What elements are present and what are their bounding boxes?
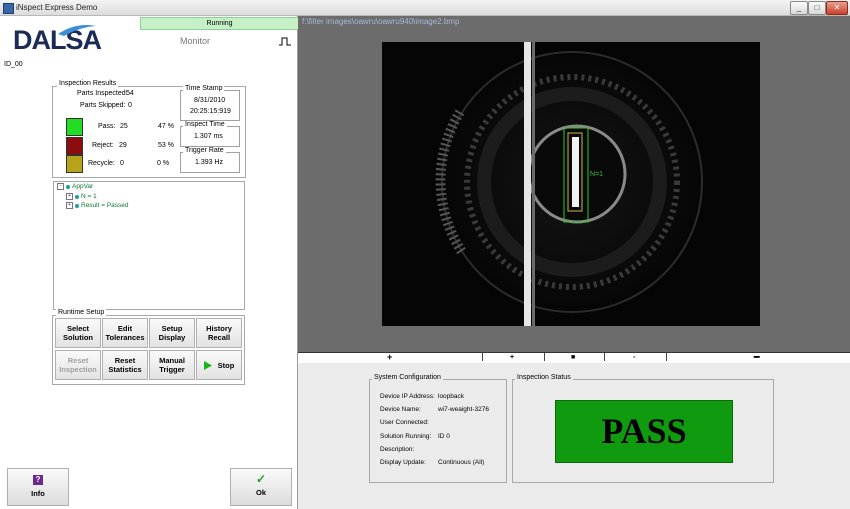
play-icon (203, 360, 212, 370)
ok-button[interactable]: ✓ Ok (230, 468, 292, 506)
inspect-time-title: Inspect Time (183, 121, 227, 128)
edit-tolerances-button[interactable]: Edit Tolerances (102, 318, 148, 348)
results-tree[interactable] (53, 181, 245, 310)
time-stamp-date: 8/31/2010 (194, 97, 226, 104)
reject-label: Reject: (92, 142, 114, 149)
reject-color-swatch (66, 137, 83, 155)
tree-row-result[interactable]: + Result = Passed (66, 202, 129, 209)
tree-row-root[interactable]: - AppVar (57, 183, 93, 190)
history-recall-button[interactable]: History Recall (196, 318, 242, 348)
logo-swoosh-icon (58, 25, 96, 36)
ok-label: Ok (255, 488, 266, 497)
time-stamp-title: Time Stamp (183, 85, 225, 92)
image-path: f:\filter images\oawru\oawru940\image2.b… (302, 17, 460, 26)
tree-row-n[interactable]: + N = 1 (66, 193, 97, 200)
inspection-results-title: Inspection Results (57, 80, 119, 87)
select-solution-button[interactable]: Select Solution (55, 318, 101, 348)
parts-skipped-label: Parts Skipped: (80, 102, 126, 109)
info-label: Info (31, 489, 45, 498)
display-update-label: Display Update: (380, 459, 426, 466)
window-title: iNspect Express Demo (16, 3, 98, 12)
tree-root-label: AppVar (72, 183, 94, 191)
ruler-tick (666, 353, 667, 361)
zoom-out-icon[interactable]: - (633, 353, 635, 362)
solution-running-value: ID 0 (438, 433, 450, 440)
pass-count: 25 (120, 123, 128, 130)
system-configuration-title: System Configuration (372, 374, 443, 381)
fit-icon[interactable]: ■ (571, 353, 575, 362)
time-stamp-time: 20:25:15:919 (190, 108, 231, 115)
info-button[interactable]: ? Info (7, 468, 69, 506)
variable-icon (75, 203, 79, 208)
trigger-rate-title: Trigger Rate (183, 147, 226, 154)
stop-label: Stop (217, 360, 235, 370)
stop-button[interactable]: Stop (196, 350, 242, 380)
setup-display-button[interactable]: Setup Display (149, 318, 195, 348)
recycle-color-swatch (66, 155, 83, 173)
ruler-tick (544, 353, 545, 361)
title-bar (0, 0, 850, 16)
pass-percent: 47 % (158, 123, 174, 130)
reset-inspection-button[interactable]: Reset Inspection (55, 350, 101, 380)
parts-skipped-value: 0 (128, 102, 132, 109)
maximize-button[interactable]: □ (808, 1, 826, 15)
expand-icon[interactable]: + (66, 202, 73, 209)
display-update-value: Continuous (All) (438, 459, 485, 466)
check-icon: ✓ (255, 472, 267, 486)
runtime-setup-title: Runtime Setup (56, 309, 107, 316)
device-name-label: Device Name: (380, 406, 421, 413)
pass-color-swatch (66, 118, 83, 136)
device-name-value: wi7-weaight-3276 (438, 406, 489, 413)
device-ip-value: loopback (438, 393, 465, 400)
pass-label: Pass: (98, 123, 116, 130)
description-label: Description: (380, 446, 415, 453)
zoom-in-icon[interactable]: + (510, 353, 514, 362)
zoom-out-large-icon[interactable]: ━ (754, 353, 759, 362)
pulse-icon[interactable] (279, 37, 291, 46)
minimize-button[interactable]: _ (790, 1, 808, 15)
reject-count: 29 (119, 142, 127, 149)
reset-statistics-button[interactable]: Reset Statistics (102, 350, 148, 380)
variable-icon (75, 194, 79, 199)
manual-trigger-button[interactable]: Manual Trigger (149, 350, 195, 380)
tree-child-label: N = 1 (81, 193, 97, 201)
close-button[interactable]: ✕ (826, 1, 848, 15)
pass-indicator: PASS (555, 400, 733, 463)
inspection-status-title: Inspection Status (515, 374, 573, 381)
parts-inspected-value: 54 (126, 90, 134, 97)
id-label: ID_00 (4, 61, 23, 68)
reject-percent: 53 % (158, 142, 174, 149)
inspection-image[interactable]: N=1 (382, 42, 760, 326)
collapse-icon[interactable]: - (57, 183, 64, 190)
overlay-label: N=1 (590, 171, 603, 178)
tree-child-label: Result = Passed (81, 202, 129, 210)
recycle-percent: 0 % (157, 160, 170, 167)
user-connected-label: User Connected: (380, 419, 429, 426)
trigger-rate-value: 1.393 Hz (195, 159, 224, 166)
ruler-tick (482, 353, 483, 361)
app-icon (3, 3, 14, 14)
ruler-tick (604, 353, 605, 361)
variable-icon (66, 184, 70, 189)
zoom-in-large-icon[interactable]: + (387, 353, 392, 362)
time-stamp-box (180, 90, 240, 121)
help-icon: ? (33, 475, 43, 485)
recycle-count: 0 (120, 160, 124, 167)
expand-icon[interactable]: + (66, 193, 73, 200)
solution-running-label: Solution Running: (380, 433, 432, 440)
recycle-label: Recycle: (88, 160, 115, 167)
device-ip-label: Device IP Address: (380, 393, 435, 400)
inspect-time-value: 1.307 ms (194, 133, 223, 140)
status-bar: Running (140, 17, 299, 30)
monitor-label: Monitor (180, 36, 211, 46)
parts-inspected-label: Parts Inspected: (77, 90, 128, 97)
